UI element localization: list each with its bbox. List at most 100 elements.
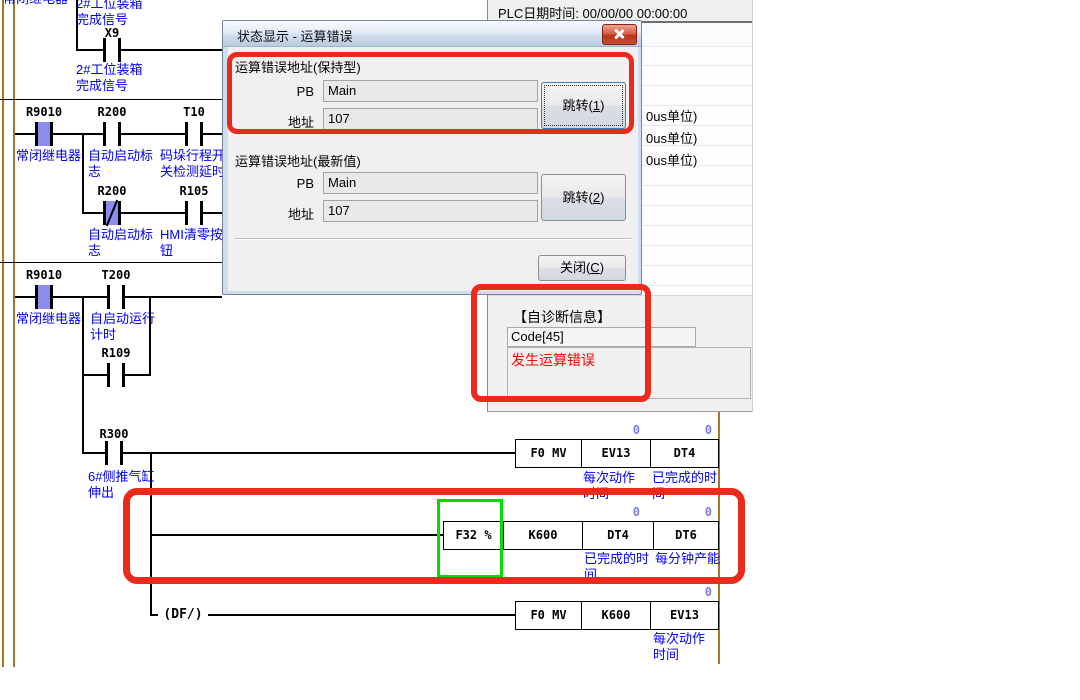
contact-bar [103, 201, 106, 225]
left-rail-inner [13, 0, 15, 667]
instruction-cell[interactable]: EV13 [650, 601, 719, 630]
close-button[interactable] [602, 24, 637, 45]
plc-datetime-bar: PLC日期时间: 00/00/00 00:00:00 [488, 0, 752, 21]
contact-bar [107, 285, 110, 309]
contact-label: 码垛行程开 [160, 148, 225, 164]
operand-label: 已完成的时 [584, 551, 649, 567]
dialog-titlebar[interactable]: 状态显示 - 运算错误 [223, 21, 641, 47]
rung-separator [0, 99, 222, 100]
wire [82, 133, 84, 214]
contact-label: 关检测延时 [160, 164, 225, 180]
address-label: 地址 [286, 204, 314, 223]
contact-name: R105 [170, 184, 218, 198]
fpwin-ladder-monitor-screen: 常闭继电器 2#工位装箱 完成信号 X9 2#工位装箱 完成信号 R9010 常… [0, 0, 1080, 700]
contact-r105[interactable] [188, 201, 200, 225]
contact-bar [103, 122, 106, 146]
contact-bar [118, 122, 121, 146]
self-diagnostic-title: 【自诊断信息】 [513, 307, 611, 327]
df-falling-edge-coil[interactable]: (DF/) [158, 605, 208, 625]
address-field-hold[interactable]: 107 [323, 108, 538, 130]
pb-label: PB [286, 84, 314, 99]
contact-t10[interactable] [188, 122, 200, 146]
contact-bar [200, 201, 203, 225]
monitor-value: 0 [672, 423, 712, 437]
wire [149, 296, 151, 376]
diagnostic-message-field: 发生运算错误 [507, 347, 751, 399]
above-rung-label: 2#工位装箱 [76, 0, 142, 12]
operand-label: 每分钟产能 [655, 551, 720, 567]
contact-x9[interactable] [106, 38, 118, 62]
group-hold-title: 运算错误地址(保持型) [235, 57, 361, 76]
jump-button-1[interactable]: 跳转(1) [541, 82, 626, 129]
instruction-cell[interactable]: K600 [503, 521, 583, 550]
contact-label: 常闭继电器 [16, 148, 81, 164]
contact-bar [35, 122, 38, 146]
contact-bar [120, 441, 123, 465]
contact-label: 2#工位装箱 [76, 62, 142, 78]
instruction-cell[interactable]: EV13 [581, 439, 651, 468]
contact-label: 自启动运行 [90, 311, 155, 327]
address-label: 地址 [286, 112, 314, 131]
contact-bar [185, 201, 188, 225]
instruction-cell[interactable]: F0 MV [515, 601, 582, 630]
instruction-cell[interactable]: K600 [581, 601, 651, 630]
pb-field-latest[interactable]: Main [323, 172, 538, 194]
contact-name: R109 [92, 346, 140, 360]
contact-name: T10 [170, 105, 218, 119]
wire [76, 0, 78, 51]
group-latest-title: 运算错误地址(最新值) [235, 151, 361, 170]
contact-bar [105, 441, 108, 465]
operand-label: 间 [652, 486, 665, 502]
jump-button-2[interactable]: 跳转(2) [541, 174, 626, 221]
contact-t200[interactable] [110, 285, 122, 309]
contact-label: 志 [88, 164, 101, 180]
contact-label: HMI清零按 [160, 227, 223, 243]
contact-label: 伸出 [88, 485, 114, 501]
contact-name: R200 [88, 105, 136, 119]
dialog-body: 运算错误地址(保持型) PB Main 地址 107 跳转(1) 运算错误地址(… [228, 47, 638, 291]
dialog-title: 状态显示 - 运算错误 [237, 26, 353, 45]
diagnostic-code-field: Code[45] [507, 327, 696, 347]
contact-name: R9010 [20, 105, 68, 119]
contact-name: R300 [90, 427, 138, 441]
address-field-latest[interactable]: 107 [323, 200, 538, 222]
contact-bar [35, 285, 38, 309]
instruction-cell[interactable]: DT4 [650, 439, 719, 468]
operand-label: 已完成的时 [652, 470, 717, 486]
contact-label: 自动启动标 [88, 227, 153, 243]
instruction-cell[interactable]: DT4 [582, 521, 654, 550]
monitor-value: 0 [600, 505, 640, 519]
contact-label: 自动启动标 [88, 148, 153, 164]
pb-field-hold[interactable]: Main [323, 80, 538, 102]
scan-time-row: 0us单位) [646, 106, 697, 125]
contact-r109[interactable] [110, 363, 122, 387]
monitor-value: 0 [672, 585, 712, 599]
contact-r200[interactable] [106, 122, 118, 146]
contact-label: 计时 [90, 327, 116, 343]
contact-label: 常闭继电器 [16, 311, 81, 327]
contact-bar [122, 285, 125, 309]
contact-r300[interactable] [108, 441, 120, 465]
instruction-cell[interactable]: F0 MV [515, 439, 582, 468]
contact-r9010-on[interactable] [38, 122, 50, 146]
rung-separator [0, 262, 222, 263]
contact-label: 钮 [160, 243, 173, 259]
status-display-dialog: 状态显示 - 运算错误 运算错误地址(保持型) PB Main 地址 107 跳… [222, 20, 642, 295]
instruction-cell[interactable]: F32 % [443, 521, 504, 550]
operand-label: 每次动作 [583, 470, 635, 486]
contact-bar [118, 38, 121, 62]
contact-bar [200, 122, 203, 146]
wire [76, 49, 222, 51]
wire [82, 452, 515, 454]
contact-name: T200 [92, 268, 140, 282]
monitor-value: 0 [672, 505, 712, 519]
instruction-cell[interactable]: DT6 [653, 521, 719, 550]
contact-bar [185, 122, 188, 146]
contact-bar [50, 122, 53, 146]
contact-bar [107, 363, 110, 387]
close-dialog-button[interactable]: 关闭(C) [538, 255, 626, 281]
contact-r9010-on[interactable] [38, 285, 50, 309]
left-rail-outer [2, 0, 4, 667]
scan-time-row: 0us单位) [646, 150, 697, 169]
divider [234, 238, 631, 240]
